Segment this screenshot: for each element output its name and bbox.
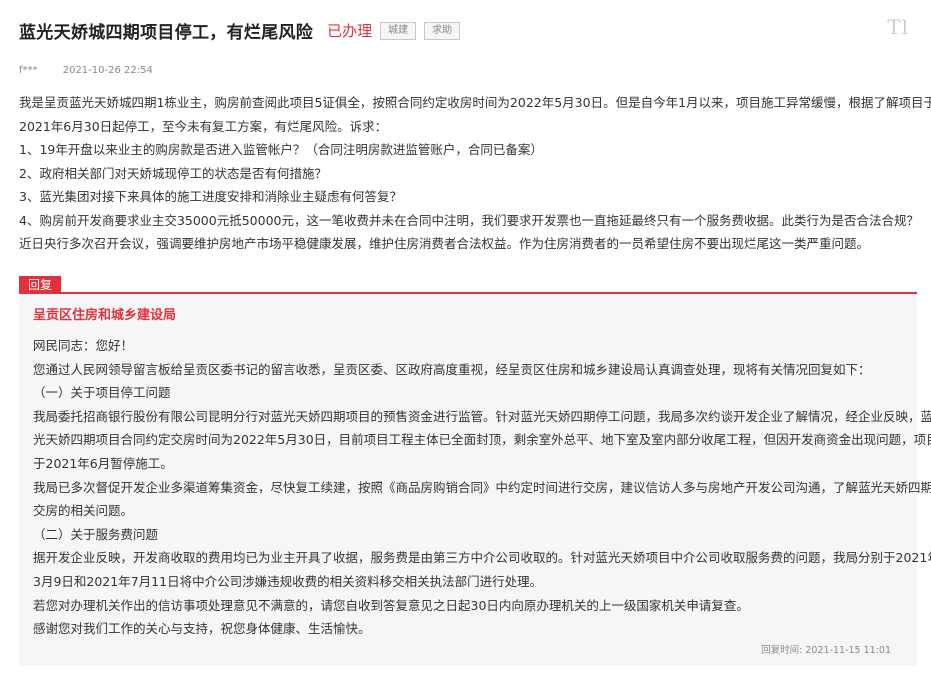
reply-timestamp: 回复时间: 2021-11-15 11:01 [761, 642, 891, 656]
reply-line: 据开发企业反映，开发商收取的费用均已为业主开具了收据，服务费是由第三方中介公司收… [33, 550, 931, 566]
question-line: 4、购房前开发商要求业主交35000元抵50000元，这一笔收费并未在合同中注明… [19, 212, 919, 228]
question-line: 2021年6月30日起停工，至今未有复工方案，有烂尾风险。诉求： [19, 118, 388, 134]
tag-qiuzhu[interactable]: 求助 [424, 21, 461, 40]
reply-line: 于2021年6月暂停施工。 [33, 455, 173, 471]
reply-line: 交房的相关问题。 [33, 503, 134, 519]
question-line: 近日央行多次召开会议，强调要维护房地产市场平稳健康发展，维护住房消费者合法权益。… [19, 236, 870, 251]
reply-time-label: 回复时间: [761, 645, 803, 656]
reply-line: 我局已多次督促开发企业多渠道筹集资金，尽快复工续建，按照《商品房购销合同》中约定… [33, 479, 931, 495]
reply-body: 网民同志：您好！ 您通过人民网领导留言板给呈贡区委书记的留言收悉，呈贡区委、区政… [33, 334, 931, 641]
post-meta: f*** 2021-10-26 22:54 [19, 65, 153, 76]
status-badge: 已办理 [327, 22, 373, 40]
question-line: 我是呈贡蓝光天娇城四期1栋业主，购房前查阅此项目5证俱全，按照合同约定收房时间为… [19, 95, 931, 110]
reply-line: 3月9日和2021年7月11日将中介公司涉嫌违规收费的相关资料移交相关执法部门进… [33, 573, 543, 589]
reply-line: 若您对办理机关作出的信访事项处理意见不满意的，请您自收到答复意见之日起30日内向… [33, 597, 749, 613]
reply-line: 我局委托招商银行股份有限公司昆明分行对蓝光天娇四期项目的预售资金进行监管。针对蓝… [33, 408, 931, 424]
question-line: 1、19年开盘以来业主的购房款是否进入监管帐户？（合同注明房款进监管账户，合同已… [19, 142, 543, 157]
post-datetime: 2021-10-26 22:54 [62, 65, 153, 76]
reply-panel: 呈贡区住房和城乡建设局 网民同志：您好！ 您通过人民网领导留言板给呈贡区委书记的… [19, 294, 931, 666]
reply-org-name: 呈贡区住房和城乡建设局 [33, 308, 177, 323]
reply-line: （一）关于项目停工问题 [33, 385, 171, 401]
reply-line: 网民同志：您好！ [33, 338, 134, 353]
question-body: 我是呈贡蓝光天娇城四期1栋业主，购房前查阅此项目5证俱全，按照合同约定收房时间为… [19, 91, 931, 256]
reply-time-value: 2021-11-15 11:01 [805, 645, 891, 656]
question-line: 2、政府相关部门对天娇城现停工的状态是否有何措施？ [19, 165, 327, 181]
question-line: 3、蓝光集团对接下来具体的施工进度安排和消除业主疑虑有何答复？ [19, 189, 402, 204]
author-name: f*** [19, 65, 38, 76]
watermark-logo: Tl [887, 15, 909, 39]
tag-chengjian[interactable]: 城建 [380, 21, 417, 40]
reply-line: 光天娇四期项目合同约定交房时间为2022年5月30日，目前项目工程主体已全面封顶… [33, 432, 931, 448]
reply-line: 您通过人民网领导留言板给呈贡区委书记的留言收悉，呈贡区委、区政府高度重视，经呈贡… [33, 361, 871, 377]
reply-line: （二）关于服务费问题 [33, 526, 159, 542]
page-title: 蓝光天娇城四期项目停工，有烂尾风险 [19, 23, 314, 43]
page-header: 蓝光天娇城四期项目停工，有烂尾风险 已办理 城建 求助 [19, 18, 461, 43]
reply-line: 感谢您对我们工作的关心与支持，祝您身体健康、生活愉快。 [33, 621, 371, 637]
